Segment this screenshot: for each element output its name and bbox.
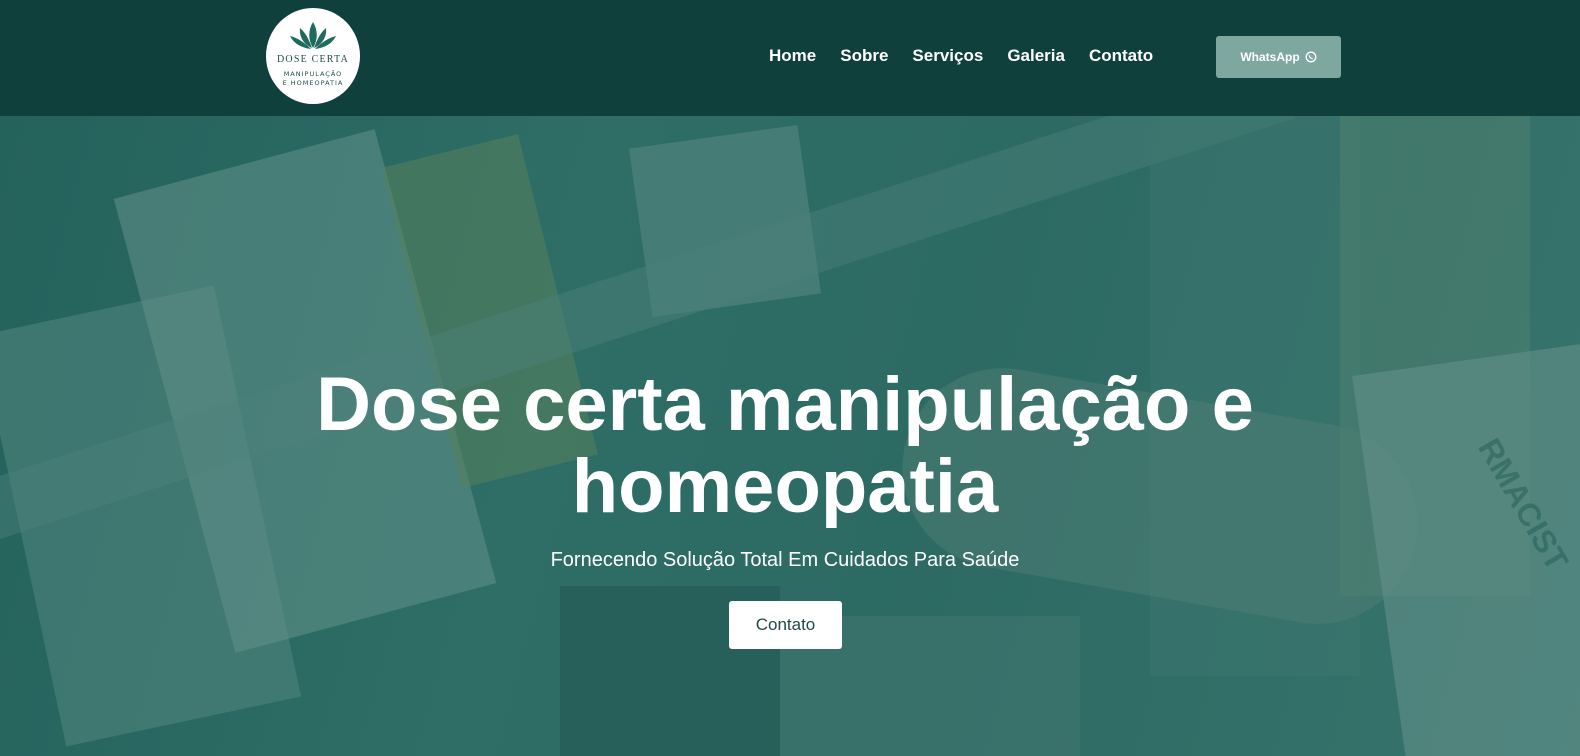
logo-sub-line1: MANIPULAÇÃO	[283, 70, 343, 78]
logo-subtitle: MANIPULAÇÃO E HOMEOPATIA	[266, 70, 360, 88]
whatsapp-button[interactable]: WhatsApp	[1216, 36, 1341, 78]
contato-button[interactable]: Contato	[729, 601, 842, 649]
hero-subtitle: Fornecendo Solução Total Em Cuidados Par…	[550, 549, 1020, 571]
logo[interactable]: DOSE CERTA MANIPULAÇÃO E HOMEOPATIA	[266, 8, 360, 104]
nav-sobre[interactable]: Sobre	[828, 45, 900, 67]
site-header: DOSE CERTA MANIPULAÇÃO E HOMEOPATIA Home…	[0, 0, 1580, 116]
whatsapp-icon	[1305, 51, 1317, 63]
nav-contato[interactable]: Contato	[1077, 45, 1165, 67]
nav-servicos[interactable]: Serviços	[900, 45, 995, 67]
whatsapp-label: WhatsApp	[1240, 50, 1300, 64]
main-nav: Home Sobre Serviços Galeria Contato	[757, 45, 1165, 67]
lotus-leaf-icon	[290, 22, 336, 49]
hero-section: RMACIST Dose certa manipulação e homeopa…	[0, 116, 1580, 756]
nav-home[interactable]: Home	[757, 45, 828, 67]
logo-title: DOSE CERTA	[277, 54, 349, 65]
nav-galeria[interactable]: Galeria	[995, 45, 1077, 67]
hero-title: Dose certa manipulação e homeopatia	[316, 362, 1254, 529]
logo-sub-line2: E HOMEOPATIA	[282, 79, 344, 87]
